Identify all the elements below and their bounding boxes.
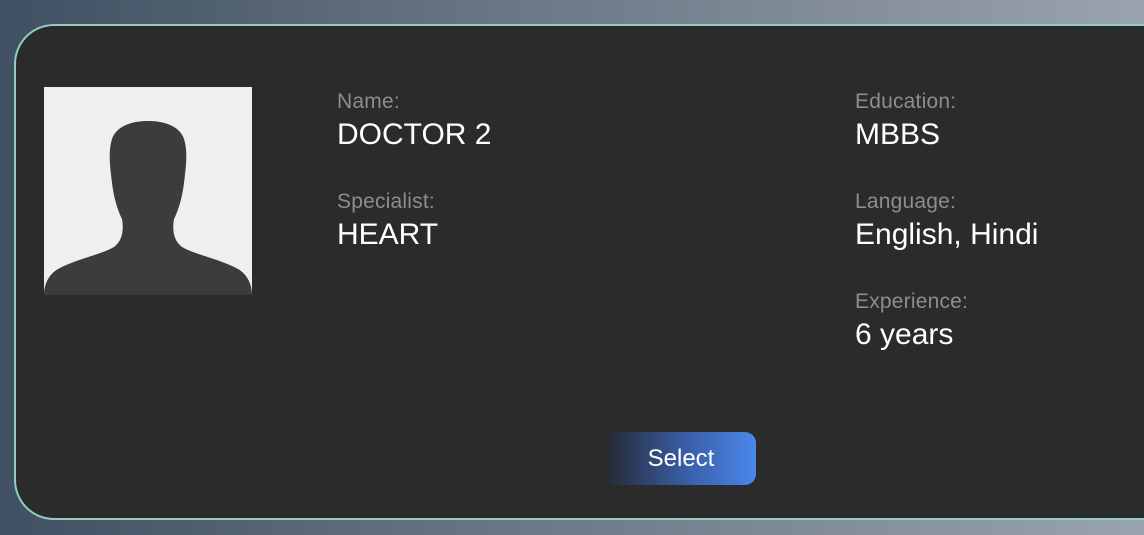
education-value: MBBS	[855, 118, 941, 151]
education-field: Education: MBBS	[855, 90, 956, 152]
name-field: Name: DOCTOR 2	[337, 90, 491, 152]
user-silhouette-icon	[44, 121, 252, 295]
experience-label: Experience:	[855, 290, 969, 313]
language-value: English, Hindi	[855, 218, 1039, 251]
language-label: Language:	[855, 190, 957, 213]
language-field: Language: English, Hindi	[855, 190, 1038, 252]
select-button[interactable]: Select	[606, 432, 756, 485]
name-label: Name:	[337, 90, 400, 113]
avatar	[44, 87, 252, 295]
name-value: DOCTOR 2	[337, 118, 492, 151]
education-label: Education:	[855, 90, 957, 113]
specialist-label: Specialist:	[337, 190, 435, 213]
specialist-field: Specialist: HEART	[337, 190, 438, 252]
experience-field: Experience: 6 years	[855, 290, 968, 352]
doctor-card: Name: DOCTOR 2 Specialist: HEART Educati…	[14, 24, 1144, 520]
experience-value: 6 years	[855, 318, 954, 351]
specialist-value: HEART	[337, 218, 439, 251]
